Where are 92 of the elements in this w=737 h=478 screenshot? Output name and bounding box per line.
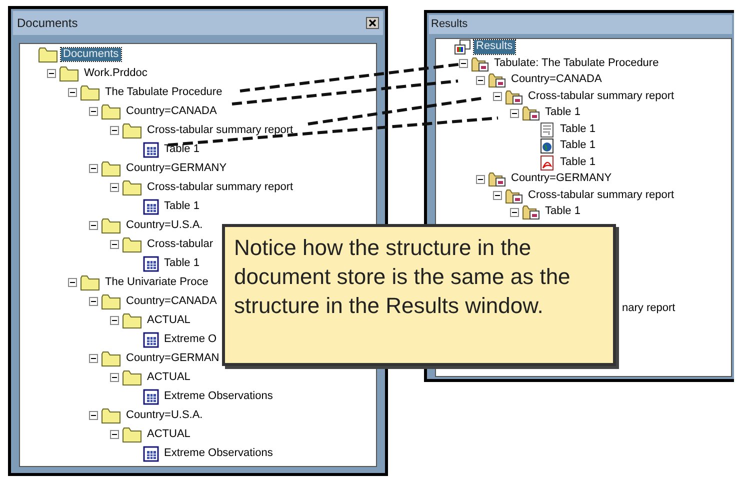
table-icon — [143, 142, 159, 158]
collapse-icon[interactable] — [110, 240, 119, 249]
collapse-icon[interactable] — [110, 183, 119, 192]
folder-icon — [101, 350, 121, 366]
tree-item[interactable]: The Univariate Proce — [103, 276, 210, 290]
folder-icon — [122, 236, 142, 252]
folder-icon — [101, 408, 121, 424]
collapse-icon[interactable] — [89, 297, 98, 306]
tree-item[interactable]: Country=GERMANY — [509, 172, 614, 186]
tree-item[interactable]: The Tabulate Procedure — [103, 86, 224, 100]
folder-icon — [488, 171, 506, 188]
folder-icon — [101, 104, 121, 120]
tree-item[interactable]: Country=U.S.A. — [124, 218, 205, 232]
table-icon — [143, 256, 159, 272]
folder-icon — [122, 370, 142, 386]
tree-item[interactable]: Country=CANADA — [124, 294, 219, 308]
tree-item[interactable]: Work.Prddoc — [82, 66, 150, 80]
tree-item[interactable]: ACTUAL — [145, 428, 192, 442]
tree-item[interactable]: Table 1 — [558, 122, 598, 137]
collapse-icon[interactable] — [68, 278, 77, 287]
window-title: Results — [431, 17, 468, 32]
collapse-icon[interactable] — [493, 191, 502, 200]
folder-icon — [80, 84, 100, 100]
folder-icon — [522, 204, 540, 220]
tree-item[interactable]: Table 1 — [558, 139, 598, 154]
collapse-icon[interactable] — [89, 107, 98, 116]
folder-icon — [122, 180, 142, 196]
folder-icon — [101, 160, 121, 176]
collapse-icon[interactable] — [459, 59, 468, 68]
collapse-icon[interactable] — [510, 108, 519, 118]
collapse-icon[interactable] — [68, 88, 77, 97]
folder-icon — [122, 122, 142, 138]
tree-item[interactable]: Cross-tabular summary report — [526, 90, 676, 104]
collapse-icon[interactable] — [110, 316, 119, 325]
collapse-icon[interactable] — [476, 76, 485, 85]
collapse-icon[interactable] — [110, 373, 119, 382]
collapse-icon[interactable] — [89, 411, 98, 420]
globe-document-icon — [539, 138, 555, 154]
callout-text: Notice how the structure in the document store is the same as the structure in the Results window. — [234, 234, 572, 320]
document-icon — [539, 122, 555, 138]
close-icon[interactable] — [366, 17, 379, 29]
tree-item-fragment: nary report — [622, 302, 676, 314]
collapse-icon[interactable] — [510, 208, 519, 217]
collapse-icon[interactable] — [47, 69, 56, 78]
collapse-icon[interactable] — [110, 430, 119, 439]
tree-item[interactable]: Cross-tabular summary report — [526, 188, 676, 203]
folder-icon — [101, 218, 121, 234]
tree-item[interactable]: Extreme Observations — [162, 446, 275, 460]
folder-icon — [38, 46, 58, 62]
folder-icon — [505, 88, 523, 105]
tree-item[interactable]: Table 1 — [543, 205, 582, 220]
tree-item[interactable]: Extreme O — [162, 332, 219, 346]
table-icon — [143, 388, 159, 404]
tree-item[interactable]: Country=GERMAN — [124, 352, 222, 366]
tree-item[interactable]: Results — [474, 40, 515, 54]
folder-icon — [80, 274, 100, 290]
folder-icon — [122, 312, 142, 328]
table-icon — [143, 332, 159, 348]
collapse-icon[interactable] — [493, 92, 502, 102]
folder-icon — [101, 294, 121, 310]
tree-item[interactable]: Table 1 — [162, 200, 202, 214]
collapse-icon[interactable] — [89, 164, 98, 173]
tree-item[interactable]: Country=CANADA — [509, 73, 604, 88]
tree-item[interactable]: Country=CANADA — [124, 104, 219, 118]
tree-item[interactable]: ACTUAL — [145, 370, 192, 384]
collapse-icon[interactable] — [476, 174, 485, 184]
tree-item[interactable]: Tabulate: The Tabulate Procedure — [492, 56, 661, 71]
tree-item[interactable]: Country=U.S.A. — [124, 408, 205, 422]
folder-icon — [488, 72, 506, 88]
tree-item[interactable]: Cross-tabular — [145, 238, 216, 252]
tree-item[interactable]: Table 1 — [543, 106, 582, 120]
collapse-icon[interactable] — [110, 126, 119, 135]
pdf-document-icon — [539, 154, 555, 171]
folder-icon — [122, 426, 142, 442]
table-icon — [143, 446, 159, 462]
tree-item[interactable]: Table 1 — [162, 256, 202, 270]
tree-item[interactable]: Cross-tabular summary report — [145, 180, 296, 194]
tree-item[interactable]: Cross-tabular summary report — [145, 124, 296, 138]
window-title: Documents — [17, 15, 78, 32]
folder-icon — [471, 56, 489, 72]
folder-icon — [59, 66, 79, 82]
tree-item[interactable]: Extreme Observations — [162, 390, 275, 404]
collapse-icon[interactable] — [89, 221, 98, 230]
collapse-icon[interactable] — [89, 354, 98, 363]
tree-item[interactable]: Country=GERMANY — [124, 162, 229, 176]
tree-item[interactable]: Table 1 — [558, 156, 598, 170]
tree-item[interactable]: Table 1 — [162, 142, 202, 156]
tree-item[interactable]: Documents — [61, 48, 121, 62]
tree-item[interactable]: ACTUAL — [145, 314, 192, 328]
folder-icon — [522, 105, 540, 122]
table-icon — [143, 198, 159, 214]
folder-icon — [505, 188, 523, 204]
